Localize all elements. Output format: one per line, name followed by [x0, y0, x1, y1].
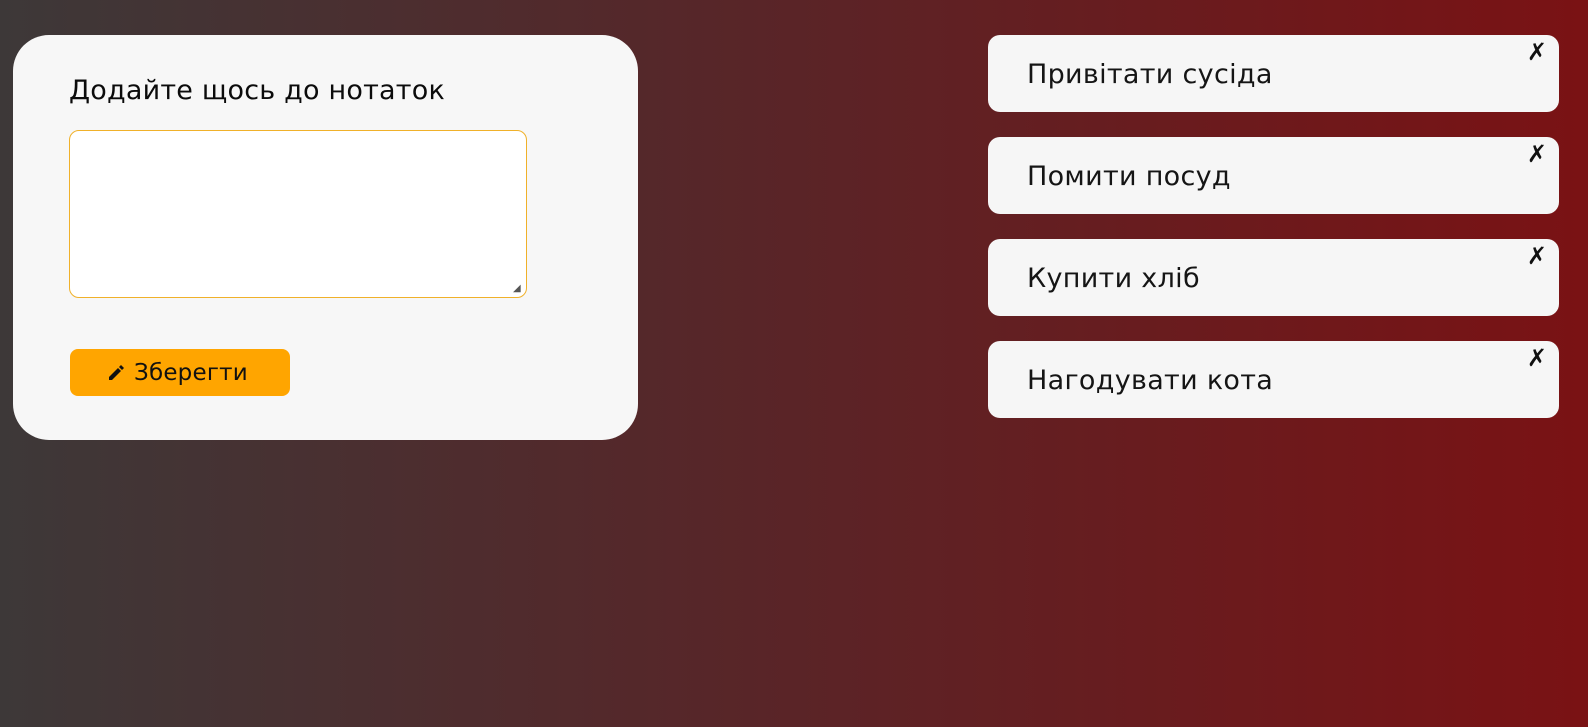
pencil-icon	[106, 363, 126, 383]
note-form-card: Додайте щось до нотаток ◢ Зберегти	[13, 35, 638, 440]
note-textarea[interactable]: ◢	[69, 130, 527, 298]
note-text: Купити хліб	[1027, 263, 1200, 294]
note-text: Привітати сусіда	[1027, 59, 1273, 90]
delete-icon[interactable]: ✗	[1527, 38, 1547, 66]
resize-handle-icon[interactable]: ◢	[513, 284, 523, 294]
form-title: Додайте щось до нотаток	[69, 75, 445, 106]
save-label: Зберегти	[134, 359, 248, 386]
delete-icon[interactable]: ✗	[1527, 140, 1547, 168]
note-item: Привітати сусіда ✗	[988, 35, 1559, 112]
note-item: Купити хліб ✗	[988, 239, 1559, 316]
note-text: Нагодувати кота	[1027, 365, 1274, 396]
delete-icon[interactable]: ✗	[1527, 344, 1547, 372]
note-item: Помити посуд ✗	[988, 137, 1559, 214]
notes-list: Привітати сусіда ✗ Помити посуд ✗ Купити…	[988, 35, 1559, 443]
delete-icon[interactable]: ✗	[1527, 242, 1547, 270]
note-text: Помити посуд	[1027, 161, 1231, 192]
save-button[interactable]: Зберегти	[70, 349, 290, 396]
note-item: Нагодувати кота ✗	[988, 341, 1559, 418]
